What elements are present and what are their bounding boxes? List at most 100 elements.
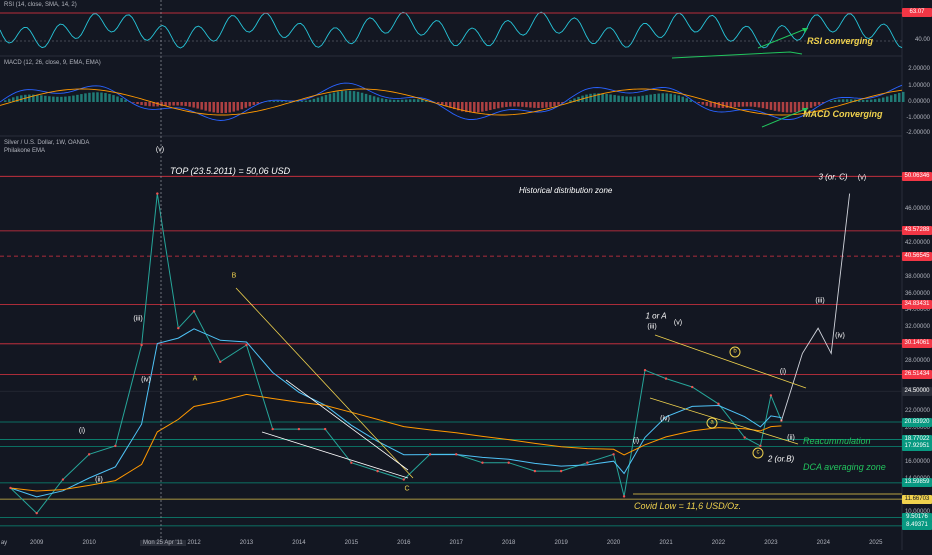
- price-point: [717, 403, 719, 405]
- macd-histogram-bar: [277, 101, 280, 102]
- macd-histogram-bar: [778, 102, 781, 112]
- macd-histogram-bar: [417, 99, 420, 102]
- macd-histogram-bar: [281, 101, 284, 102]
- time-axis-tick: 2010: [82, 540, 95, 546]
- price-tag: 8.49371: [902, 521, 932, 530]
- time-axis-tick: 2019: [554, 540, 567, 546]
- price-point: [429, 453, 431, 455]
- macd-histogram-bar: [285, 101, 288, 102]
- macd-histogram-bar: [545, 102, 548, 108]
- macd-histogram-bar: [377, 97, 380, 102]
- macd-histogram-bar: [100, 92, 103, 102]
- macd-histogram-bar: [489, 102, 492, 110]
- price-point: [36, 512, 38, 514]
- wave-label: (i): [633, 438, 639, 445]
- macd-histogram-bar: [76, 95, 79, 102]
- wave-label: (i): [780, 369, 786, 376]
- macd-histogram-bar: [397, 100, 400, 102]
- macd-histogram-bar: [36, 95, 39, 102]
- price-tag: 26.51434: [902, 370, 932, 379]
- macd-histogram-bar: [333, 93, 336, 102]
- macd-histogram-bar: [249, 102, 252, 106]
- macd-histogram-bar: [80, 94, 83, 102]
- macd-histogram-bar: [245, 102, 248, 108]
- macd-histogram-bar: [810, 102, 813, 108]
- macd-histogram-bar: [533, 102, 536, 108]
- price-point: [156, 192, 158, 194]
- wave-label: b: [730, 347, 741, 358]
- macd-histogram-bar: [882, 98, 885, 102]
- macd-histogram-bar: [329, 94, 332, 102]
- macd-histogram-bar: [104, 93, 107, 102]
- price-axis-tick: 16.00000: [905, 459, 930, 465]
- wave-label: (iii): [133, 316, 142, 323]
- time-axis-tick: 2022: [712, 540, 725, 546]
- price-point: [114, 445, 116, 447]
- macd-histogram-bar: [794, 102, 797, 112]
- macd-histogram-bar: [8, 99, 11, 102]
- price-axis-tick: 28.00000: [905, 358, 930, 364]
- macd-histogram-bar: [349, 91, 352, 102]
- macd-histogram-bar: [754, 102, 757, 107]
- macd-histogram-bar: [353, 91, 356, 102]
- macd-histogram-bar: [92, 92, 95, 102]
- time-axis-tick: 2016: [397, 540, 410, 546]
- macd-histogram-bar: [601, 93, 604, 102]
- price-point: [88, 453, 90, 455]
- chart-canvas: [0, 0, 932, 550]
- macd-histogram-bar: [144, 102, 147, 106]
- price-point: [324, 428, 326, 430]
- price-tag: 24.50000: [902, 387, 932, 396]
- time-axis-tick: 2017: [450, 540, 463, 546]
- macd-histogram-bar: [645, 95, 648, 102]
- macd-arrow-up: [762, 108, 808, 127]
- macd-histogram-bar: [493, 102, 496, 109]
- macd-histogram-bar: [842, 99, 845, 102]
- macd-histogram-bar: [393, 100, 396, 102]
- macd-histogram-bar: [204, 102, 207, 111]
- price-tag: 34.83431: [902, 300, 932, 309]
- top-note: TOP (23.5.2011) = 50,06 USD: [170, 166, 290, 176]
- wave-label: (v): [674, 320, 682, 327]
- macd-histogram-bar: [874, 99, 877, 102]
- macd-histogram-bar: [40, 95, 43, 102]
- price-point: [9, 487, 11, 489]
- time-axis-tick: 2024: [817, 540, 830, 546]
- macd-histogram-bar: [381, 98, 384, 102]
- macd-histogram-bar: [509, 102, 512, 107]
- macd-histogram-bar: [52, 97, 55, 102]
- macd-histogram-bar: [28, 95, 31, 102]
- reaccumulation-note: Reacummulation: [803, 436, 871, 446]
- price-point: [612, 453, 614, 455]
- rsi-arrow-up: [758, 28, 808, 48]
- macd-histogram-bar: [786, 102, 789, 112]
- macd-histogram-bar: [72, 96, 75, 102]
- macd-histogram-bar: [401, 100, 404, 102]
- macd-histogram-bar: [237, 102, 240, 111]
- macd-histogram-bar: [782, 102, 785, 112]
- macd-histogram-bar: [357, 92, 360, 102]
- macd-histogram-bar: [168, 102, 171, 106]
- time-axis-tick: 2021: [659, 540, 672, 546]
- macd-histogram-bar: [766, 102, 769, 109]
- macd-histogram-bar: [706, 102, 709, 106]
- macd-histogram-bar: [549, 102, 552, 107]
- chart-stage: RSI (14, close, SMA, 14, 2) MACD (12, 26…: [0, 0, 932, 550]
- macd-histogram-bar: [437, 102, 440, 103]
- macd-histogram-bar: [473, 102, 476, 113]
- macd-axis-tick: 1.00000: [908, 83, 930, 89]
- time-axis-tick: 2014: [292, 540, 305, 546]
- macd-histogram-bar: [180, 102, 183, 106]
- macd-histogram-bar: [862, 100, 865, 102]
- macd-histogram-bar: [846, 99, 849, 102]
- macd-histogram-bar: [501, 102, 504, 108]
- macd-histogram-bar: [678, 95, 681, 102]
- macd-histogram-bar: [385, 99, 388, 102]
- wave-label: (ii): [787, 435, 795, 442]
- macd-histogram-bar: [188, 102, 191, 107]
- macd-histogram-bar: [557, 102, 560, 105]
- wave-label: 2 (or.B): [768, 455, 794, 464]
- macd-histogram-bar: [525, 102, 528, 107]
- macd-histogram-bar: [196, 102, 199, 109]
- macd-histogram-bar: [313, 99, 316, 102]
